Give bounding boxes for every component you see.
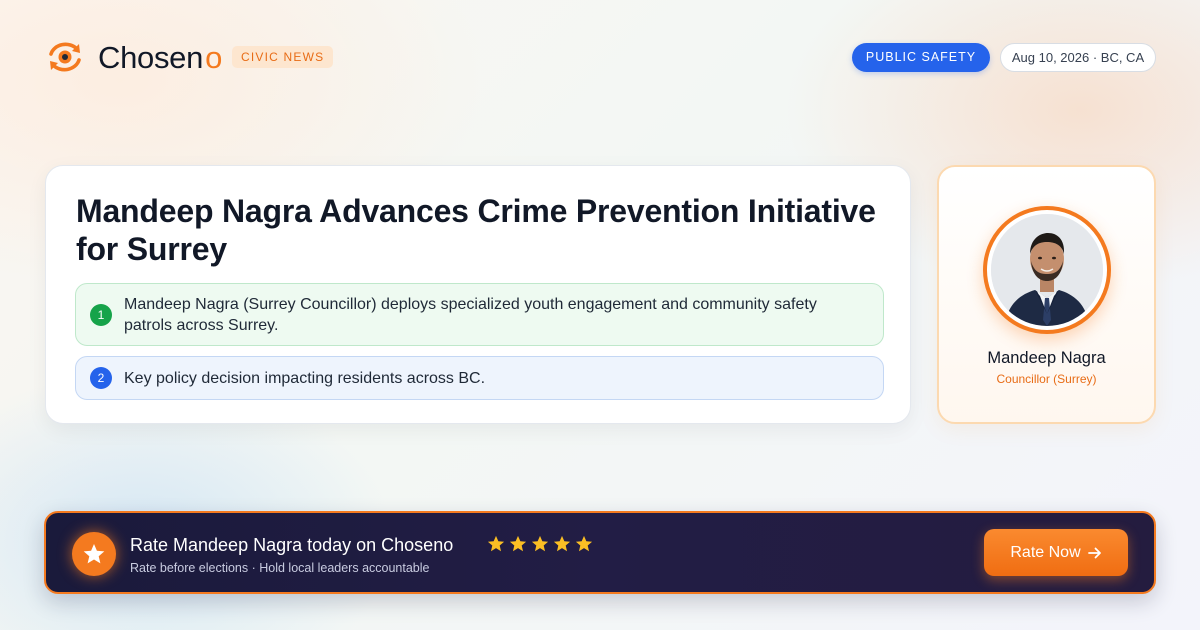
- civic-news-tag: CIVIC NEWS: [232, 46, 334, 68]
- article-title: Mandeep Nagra Advances Crime Prevention …: [76, 193, 876, 267]
- star-icon-5[interactable]: [575, 535, 593, 553]
- rate-now-button[interactable]: Rate Now: [984, 529, 1128, 576]
- star-icon-4[interactable]: [553, 535, 571, 553]
- avatar-ring: [983, 206, 1111, 334]
- point-number-badge: 2: [90, 367, 112, 389]
- key-point-1: 1 Mandeep Nagra (Surrey Councillor) depl…: [75, 283, 884, 346]
- person-portrait-icon: [991, 214, 1103, 326]
- star-icon-3[interactable]: [531, 535, 549, 553]
- article-card: Mandeep Nagra Advances Crime Prevention …: [45, 165, 911, 424]
- star-icon-2[interactable]: [509, 535, 527, 553]
- header: Choseno CIVIC NEWS PUBLIC SAFETY Aug 10,…: [0, 0, 1200, 115]
- profile-role: Councillor (Surrey): [996, 372, 1097, 386]
- rating-cta-banner: Rate Mandeep Nagra today on Choseno Rate…: [44, 511, 1156, 594]
- point-text: Mandeep Nagra (Surrey Councillor) deploy…: [124, 296, 817, 334]
- point-number-badge: 1: [90, 304, 112, 326]
- category-badge[interactable]: PUBLIC SAFETY: [852, 43, 990, 72]
- date-location-badge: Aug 10, 2026 · BC, CA: [1000, 43, 1156, 72]
- rate-now-label: Rate Now: [1010, 544, 1081, 561]
- point-text: Key policy decision impacting residents …: [124, 370, 486, 387]
- profile-name: Mandeep Nagra: [987, 349, 1106, 367]
- star-rating[interactable]: [487, 535, 593, 555]
- brand-name[interactable]: Choseno: [98, 40, 222, 76]
- star-badge: [72, 532, 116, 576]
- brand-name-accent: o: [205, 40, 223, 75]
- star-icon-1[interactable]: [487, 535, 505, 553]
- star-icon: [83, 544, 105, 564]
- avatar[interactable]: [991, 214, 1103, 326]
- profile-card[interactable]: Mandeep Nagra Councillor (Surrey): [937, 165, 1156, 424]
- brand-name-main: Chosen: [98, 40, 204, 75]
- cta-title: Rate Mandeep Nagra today on Choseno: [130, 535, 454, 555]
- key-point-2: 2 Key policy decision impacting resident…: [75, 356, 884, 400]
- cta-subtitle: Rate before elections · Hold local leade…: [130, 561, 430, 575]
- arrow-right-icon: [1087, 547, 1101, 558]
- eye-logo-icon[interactable]: [46, 40, 84, 74]
